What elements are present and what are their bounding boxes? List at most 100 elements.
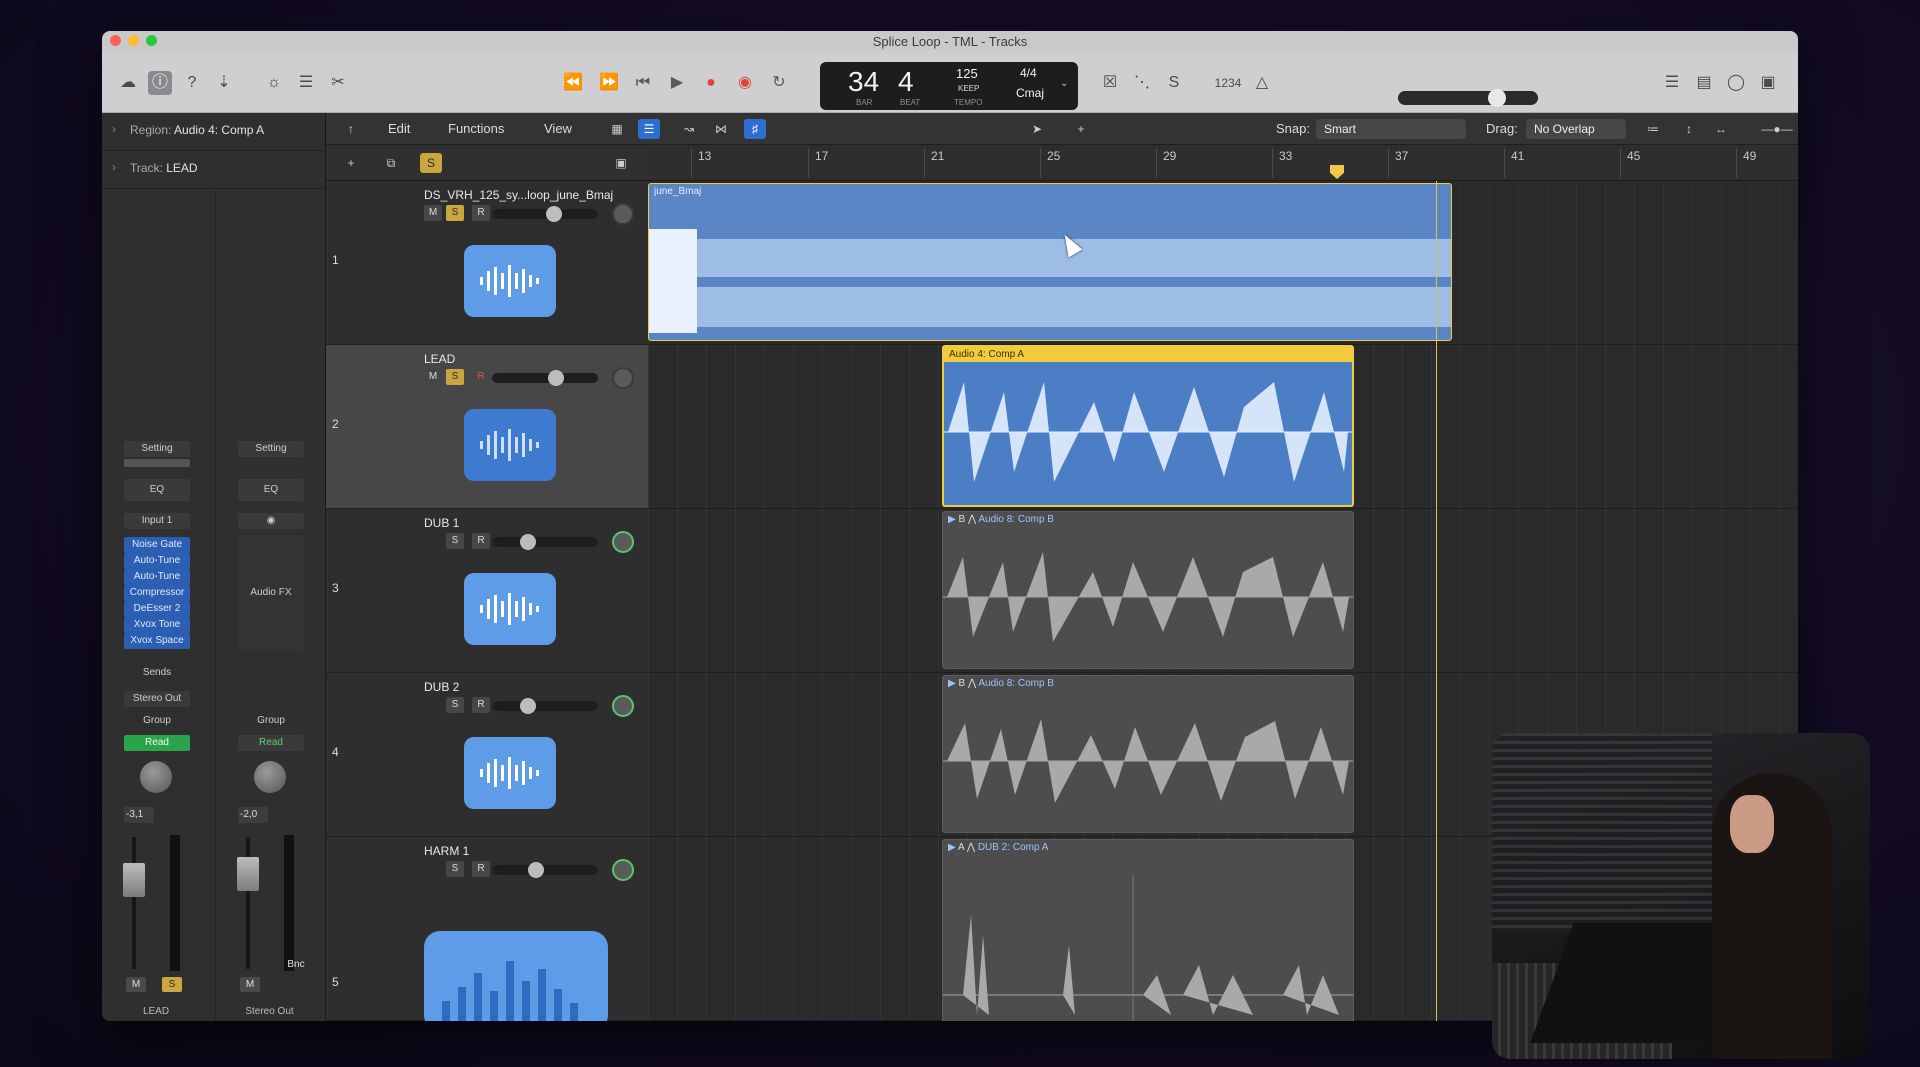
track-header-2[interactable]: 2 LEAD M S R (326, 345, 648, 509)
solo-button[interactable]: S (446, 861, 464, 877)
count-in-button[interactable]: 1234 (1212, 71, 1244, 95)
pointer-tool-icon[interactable]: ➤ (1026, 119, 1048, 139)
automation-mode-button[interactable]: Read (238, 735, 304, 751)
duplicate-track-icon[interactable]: ⧉ (380, 153, 402, 173)
pan-knob[interactable] (254, 761, 286, 793)
track-header-1[interactable]: 1 DS_VRH_125_sy...loop_june_Bmaj M S R (326, 181, 648, 345)
plugin-slot[interactable]: Auto-Tune (124, 553, 190, 569)
track-volume-slider[interactable] (492, 862, 598, 878)
catch-playhead-icon[interactable]: ♯ (744, 119, 766, 139)
record-enable-button[interactable]: R (472, 369, 490, 385)
lcd-display[interactable]: 34 4 BAR BEAT 125 KEEP TEMPO 4/4 Cmaj ⌄ (820, 62, 1078, 110)
mute-button[interactable]: M (126, 977, 146, 992)
output-slot[interactable]: Stereo Out (124, 691, 190, 707)
tuner-icon[interactable]: ⋱ (1130, 71, 1154, 95)
track-lane-2[interactable]: Audio 4: Comp A (648, 345, 1798, 509)
quick-swipe-icon[interactable]: ⋀ (968, 678, 976, 689)
add-track-button[interactable]: + (340, 153, 362, 173)
track-inspector-row[interactable]: › Track: LEAD (102, 151, 325, 189)
track-name[interactable]: DUB 1 (424, 516, 459, 530)
region-inspector-row[interactable]: › Region: Audio 4: Comp A (102, 113, 325, 151)
list-view-icon[interactable]: ☰ (638, 119, 660, 139)
back-icon[interactable]: ↑ (340, 119, 362, 139)
track-volume-slider[interactable] (492, 370, 598, 386)
play-button[interactable]: ▶ (664, 71, 690, 95)
solo-button[interactable]: S (446, 697, 464, 713)
master-volume-knob[interactable] (1488, 89, 1506, 107)
metronome-icon[interactable]: △ (1250, 71, 1274, 95)
track-name[interactable]: LEAD (424, 352, 455, 366)
horizontal-fit-icon[interactable]: ↔ (1710, 119, 1732, 139)
drag-select[interactable]: No Overlap (1526, 119, 1626, 139)
edit-menu[interactable]: Edit (388, 121, 410, 136)
pan-knob[interactable] (140, 761, 172, 793)
audio-fx-slot[interactable]: Audio FX (238, 535, 304, 651)
waveform-zoom-icon[interactable]: ≔ (1642, 119, 1664, 139)
toolbar-icon[interactable]: ⇣ (212, 71, 236, 95)
bar-ruler[interactable]: 13 17 21 25 29 33 37 41 45 49 (648, 145, 1798, 181)
track-pan-knob[interactable] (612, 367, 634, 389)
expand-icon[interactable]: ▶ (948, 678, 956, 689)
track-name[interactable]: DUB 2 (424, 680, 459, 694)
vertical-zoom-icon[interactable]: ↕ (1678, 119, 1700, 139)
solo-mode-icon[interactable]: S (1162, 71, 1186, 95)
track-volume-slider[interactable] (492, 206, 598, 222)
track-volume-slider[interactable] (492, 698, 598, 714)
inspector-icon[interactable]: ⓘ (148, 71, 172, 95)
setting-button[interactable]: Setting (124, 441, 190, 457)
record-enable-button[interactable]: R (472, 205, 490, 221)
volume-fader[interactable] (123, 863, 145, 897)
functions-menu[interactable]: Functions (448, 121, 504, 136)
quick-swipe-icon[interactable]: ⋀ (967, 842, 975, 853)
track-pan-knob[interactable] (612, 203, 634, 225)
expand-icon[interactable]: ▶ (948, 842, 956, 853)
automation-mode-button[interactable]: Read (124, 735, 190, 751)
mixer-icon[interactable]: ☰ (294, 71, 318, 95)
input-slot[interactable]: Input 1 (124, 513, 190, 529)
chevron-down-icon[interactable]: ⌄ (1060, 78, 1068, 89)
plugin-slot[interactable]: Xvox Tone (124, 617, 190, 633)
mute-button[interactable]: M (424, 369, 442, 385)
solo-button[interactable]: S (446, 533, 464, 549)
take-folder-region[interactable]: ▶ A ⋀ DUB 2: Comp A (942, 839, 1354, 1021)
record-button[interactable]: ● (698, 71, 724, 95)
notepad-icon[interactable]: ▤ (1692, 71, 1716, 95)
flex-icon[interactable]: ⋈ (710, 119, 732, 139)
marquee-tool-icon[interactable]: + (1070, 119, 1092, 139)
solo-button[interactable]: S (446, 205, 464, 221)
replace-record-button[interactable]: ◉ (732, 71, 758, 95)
track-lane-1[interactable]: june_Bmaj (648, 181, 1798, 345)
plugin-slot[interactable]: Xvox Space (124, 633, 190, 649)
track-header-4[interactable]: 4 DUB 2 S R (326, 673, 648, 837)
browsers-icon[interactable]: ▣ (1756, 71, 1780, 95)
cycle-button[interactable]: ↻ (766, 71, 792, 95)
track-header-3[interactable]: 3 DUB 1 S R (326, 509, 648, 673)
audio-region[interactable]: june_Bmaj (648, 183, 1452, 341)
solo-button[interactable]: S (162, 977, 182, 992)
snap-select[interactable]: Smart (1316, 119, 1466, 139)
global-solo-button[interactable]: S (420, 153, 442, 173)
track-name[interactable]: DS_VRH_125_sy...loop_june_Bmaj (424, 188, 613, 202)
fast-forward-button[interactable]: ⏩ (596, 71, 622, 95)
eq-button[interactable]: EQ (124, 479, 190, 501)
group-slot[interactable]: Group (124, 713, 190, 729)
grid-view-icon[interactable]: ▦ (606, 119, 628, 139)
automation-icon[interactable]: ↝ (678, 119, 700, 139)
view-menu[interactable]: View (544, 121, 572, 136)
link-icon[interactable]: ◉ (238, 513, 304, 529)
setting-button[interactable]: Setting (238, 441, 304, 457)
track-pan-knob[interactable] (612, 531, 634, 553)
track-volume-slider[interactable] (492, 534, 598, 550)
track-pan-knob[interactable] (612, 859, 634, 881)
list-editors-icon[interactable]: ☰ (1660, 71, 1684, 95)
loop-browser-icon[interactable]: ◯ (1724, 71, 1748, 95)
take-folder-region[interactable]: ▶ B ⋀ Audio 8: Comp B (942, 511, 1354, 669)
master-volume-slider[interactable] (1398, 89, 1538, 107)
zoom-slider[interactable]: —●— (1742, 119, 1798, 139)
plugin-slot[interactable]: Noise Gate (124, 537, 190, 553)
take-folder-region[interactable]: ▶ B ⋀ Audio 8: Comp B (942, 675, 1354, 833)
plugin-slot[interactable]: Compressor (124, 585, 190, 601)
rewind-button[interactable]: ⏪ (560, 71, 586, 95)
plugin-slot[interactable]: DeEsser 2 (124, 601, 190, 617)
eq-button[interactable]: EQ (238, 479, 304, 501)
